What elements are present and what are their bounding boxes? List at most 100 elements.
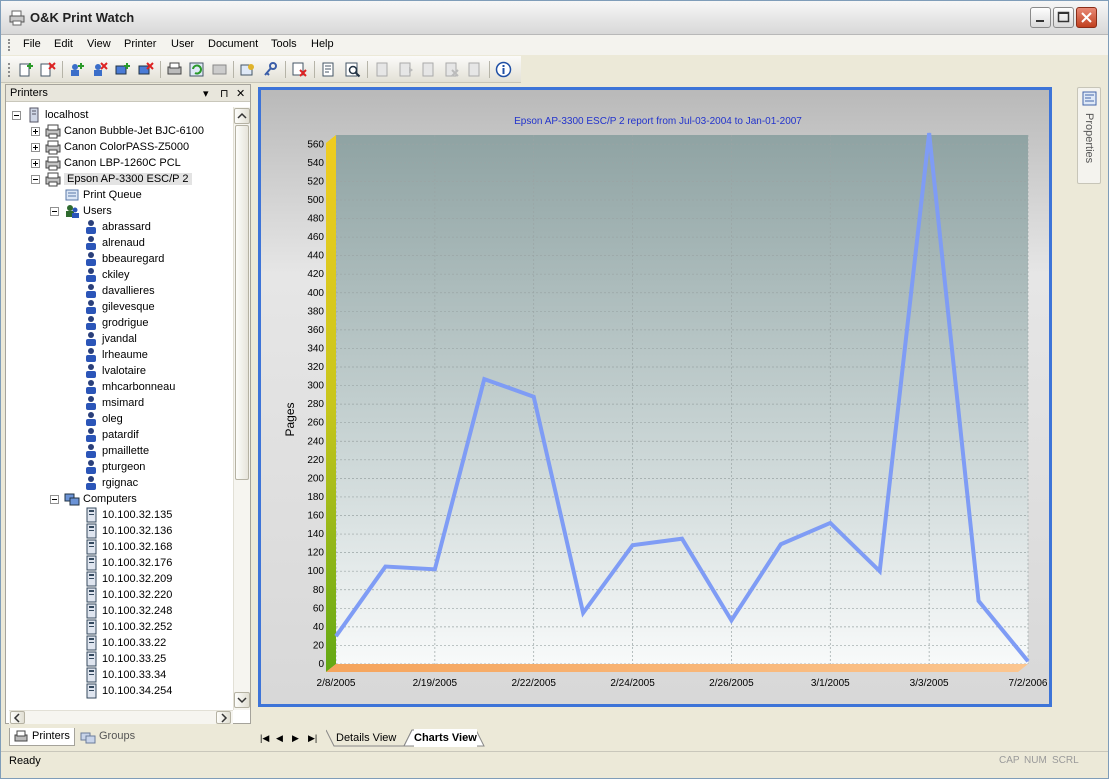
panel-pin-icon[interactable]: ⊓ [220,87,229,100]
tree-item-computer[interactable]: 10.100.32.176 [9,555,232,571]
clear-log-icon[interactable] [291,61,308,78]
add-printer-icon[interactable] [18,61,35,78]
panel-menu-chevron-icon[interactable]: ▾ [203,87,209,100]
scroll-thumb[interactable] [235,125,249,480]
add-user-icon[interactable] [68,61,85,78]
tree-item-user[interactable]: ckiley [9,267,232,283]
tree-item-computer[interactable]: 10.100.32.248 [9,603,232,619]
maximize-button[interactable] [1053,7,1074,28]
last-page-icon[interactable]: ▶| [308,733,317,744]
connect-icon[interactable] [211,61,228,78]
tree-item-user[interactable]: pturgeon [9,459,232,475]
panel-close-icon[interactable]: ✕ [236,87,245,100]
collapse-minus-icon[interactable] [12,111,21,120]
doc-pause-icon[interactable] [374,61,391,78]
refresh-icon[interactable] [188,61,205,78]
tree-item-printer[interactable]: Canon Bubble-Jet BJC-6100 [9,123,232,139]
tree-item-print-queue[interactable]: Print Queue [9,187,232,203]
tree-item-user[interactable]: gilevesque [9,299,232,315]
tree-item-printer[interactable]: Epson AP-3300 ESC/P 2 [9,171,232,187]
tree-vertical-scrollbar[interactable] [233,107,250,710]
menubar-grip[interactable] [8,39,10,51]
expand-plus-icon[interactable] [31,159,40,168]
toolbar-separator [62,61,63,78]
tab-details-view[interactable]: Details View [336,729,396,747]
tree-item-users[interactable]: Users [9,203,232,219]
menu-tools[interactable]: Tools [271,38,297,50]
permissions-icon[interactable] [239,61,256,78]
doc-properties-icon[interactable] [466,61,483,78]
tree-item-user[interactable]: jvandal [9,331,232,347]
tree-item-computer[interactable]: 10.100.34.254 [9,683,232,699]
tree-item-computer[interactable]: 10.100.32.252 [9,619,232,635]
scroll-left-button[interactable] [10,711,25,724]
tree-item-user[interactable]: grodrigue [9,315,232,331]
scroll-down-button[interactable] [234,692,250,708]
doc-cancel-icon[interactable] [443,61,460,78]
tree-item-user[interactable]: davallieres [9,283,232,299]
remove-user-icon[interactable] [91,61,108,78]
menu-printer[interactable]: Printer [124,38,156,50]
scroll-right-button[interactable] [216,711,231,724]
next-page-icon[interactable]: ▶ [292,733,299,744]
delete-printer-icon[interactable] [39,61,56,78]
tree-item-computer[interactable]: 10.100.33.22 [9,635,232,651]
menu-edit[interactable]: Edit [54,38,73,50]
tree-item-user[interactable]: abrassard [9,219,232,235]
printer-settings-icon[interactable] [166,61,183,78]
minimize-button[interactable] [1030,7,1051,28]
tab-printers[interactable]: Printers [9,728,75,746]
about-info-icon[interactable] [495,61,512,78]
menu-file[interactable]: File [23,38,41,50]
tree-item-computer[interactable]: 10.100.32.136 [9,523,232,539]
tree-item-user-label: ckiley [102,269,130,281]
tree-item-user[interactable]: rgignac [9,475,232,491]
zoom-icon[interactable] [344,61,361,78]
tree-item-user[interactable]: msimard [9,395,232,411]
print-preview-icon[interactable] [321,61,338,78]
tree-item-computer[interactable]: 10.100.33.25 [9,651,232,667]
first-page-icon[interactable]: |◀ [260,733,269,744]
doc-restart-icon[interactable] [420,61,437,78]
tree-item-computer[interactable]: 10.100.32.168 [9,539,232,555]
tree-item-computer[interactable]: 10.100.32.135 [9,507,232,523]
tree-item-printer[interactable]: Canon ColorPASS-Z5000 [9,139,232,155]
tree-item-user[interactable]: oleg [9,411,232,427]
tree-item-localhost[interactable]: localhost [9,107,232,123]
menu-document[interactable]: Document [208,38,258,50]
properties-side-tab[interactable]: Properties [1077,87,1101,184]
prev-page-icon[interactable]: ◀ [276,733,283,744]
collapse-minus-icon[interactable] [31,175,40,184]
tree-item-computers[interactable]: Computers [9,491,232,507]
scroll-up-button[interactable] [234,108,250,124]
tree-item-printer[interactable]: Canon LBP-1260C PCL [9,155,232,171]
key-icon[interactable] [262,61,279,78]
doc-resume-icon[interactable] [397,61,414,78]
add-computer-icon[interactable] [114,61,131,78]
close-button[interactable] [1076,7,1097,28]
expand-plus-icon[interactable] [31,143,40,152]
menu-view[interactable]: View [87,38,111,50]
y-tick-label: 540 [307,158,324,169]
remove-computer-icon[interactable] [137,61,154,78]
tree-horizontal-scrollbar[interactable] [9,710,233,724]
tree-item-computer[interactable]: 10.100.33.34 [9,667,232,683]
expand-plus-icon[interactable] [31,127,40,136]
tab-charts-view[interactable]: Charts View [414,729,477,747]
tree-item-computer[interactable]: 10.100.32.209 [9,571,232,587]
collapse-minus-icon[interactable] [50,207,59,216]
tree-item-user[interactable]: lrheaume [9,347,232,363]
tree-item-user[interactable]: bbeauregard [9,251,232,267]
tree-item-user[interactable]: mhcarbonneau [9,379,232,395]
tree-item-user[interactable]: lvalotaire [9,363,232,379]
menu-user[interactable]: User [171,38,194,50]
tree-item-user-label: patardif [102,429,139,441]
tree-item-user[interactable]: alrenaud [9,235,232,251]
tree-item-user[interactable]: pmaillette [9,443,232,459]
tab-groups[interactable]: Groups [77,728,139,746]
tree-item-user[interactable]: patardif [9,427,232,443]
collapse-minus-icon[interactable] [50,495,59,504]
toolbar-grip[interactable] [8,63,10,77]
menu-help[interactable]: Help [311,38,334,50]
tree-item-computer[interactable]: 10.100.32.220 [9,587,232,603]
